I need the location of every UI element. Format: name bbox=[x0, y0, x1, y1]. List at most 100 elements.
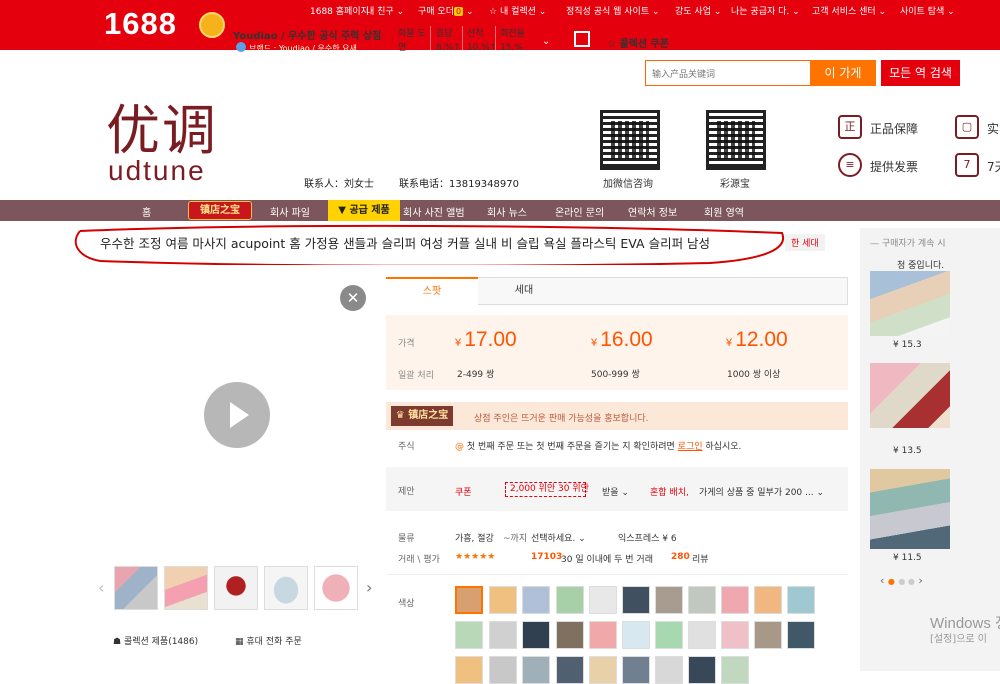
nav-company-profile[interactable]: 회사 파일 bbox=[270, 204, 310, 219]
login-link[interactable]: 로그인 bbox=[678, 442, 703, 452]
color-swatch[interactable] bbox=[455, 656, 483, 684]
color-swatch[interactable] bbox=[522, 586, 550, 614]
play-icon[interactable] bbox=[204, 382, 270, 448]
color-swatch[interactable] bbox=[754, 621, 782, 649]
chevron-left-icon[interactable]: ‹ bbox=[98, 578, 104, 597]
color-swatch[interactable] bbox=[589, 656, 617, 684]
nav-member-area[interactable]: 회원 영역 bbox=[704, 204, 744, 219]
nav-friends[interactable]: 내 친구 ⌄ bbox=[366, 4, 404, 17]
color-swatch[interactable] bbox=[556, 586, 584, 614]
stat-value: 10.%↑ bbox=[467, 43, 498, 53]
color-swatch[interactable] bbox=[721, 621, 749, 649]
nav-business[interactable]: 강도 사업 ⌄ bbox=[675, 4, 721, 17]
logistics-to: ~까지 bbox=[503, 534, 528, 544]
color-swatch[interactable] bbox=[589, 621, 617, 649]
nav-contact[interactable]: 연락처 정보 bbox=[628, 204, 677, 219]
nav-orders[interactable]: 구매 오더 0 ⌄ bbox=[418, 4, 473, 17]
nav-hot-item[interactable]: 镇店之宝 bbox=[188, 201, 252, 220]
sidebar-product-image[interactable] bbox=[870, 271, 950, 336]
nav-company-album[interactable]: 회사 사진 앨범 bbox=[403, 204, 465, 219]
price-tier-1: ¥ 17.00 bbox=[455, 328, 517, 351]
caiyuanbao-qr-code[interactable] bbox=[706, 110, 766, 170]
coupon-value[interactable]: 2,000 위안 30 위안 bbox=[505, 482, 589, 497]
thumbnail-4[interactable] bbox=[264, 566, 308, 610]
shop-name[interactable]: Youdiao / 우수한 공식 주력 상점 bbox=[233, 27, 381, 42]
service-genuine: 正品保障 bbox=[870, 122, 919, 136]
color-swatch[interactable] bbox=[721, 656, 749, 684]
search-input[interactable]: 输入产品关键词 bbox=[645, 60, 811, 86]
tab-spot[interactable]: 스팟 bbox=[386, 277, 478, 305]
favorite-product-link[interactable]: ☗ 콜렉션 제품(1486) bbox=[113, 634, 198, 647]
nav-service[interactable]: 고객 서비스 센터 ⌄ bbox=[812, 4, 886, 17]
stock-label: 주식 bbox=[398, 442, 415, 452]
sidebar-price: ¥ 15.3 bbox=[893, 340, 922, 350]
color-swatch[interactable] bbox=[688, 621, 716, 649]
nav-supplier[interactable]: 나는 공급자 다. ⌄ bbox=[731, 4, 800, 17]
nav-shop-home[interactable]: 홈 bbox=[142, 204, 151, 219]
qr-caption-wechat: 加微信咨询 bbox=[603, 179, 653, 190]
coupon-label: 쿠폰 bbox=[455, 488, 472, 498]
notice-end: 하십시오. bbox=[705, 442, 742, 452]
search-all-button[interactable]: 모든 역 검색 bbox=[881, 60, 960, 86]
divider bbox=[430, 26, 431, 50]
color-swatch[interactable] bbox=[455, 621, 483, 649]
logistics-label: 물류 bbox=[398, 534, 415, 544]
sidebar-product-image[interactable] bbox=[870, 469, 950, 549]
color-swatch[interactable] bbox=[721, 586, 749, 614]
color-swatch[interactable] bbox=[655, 586, 683, 614]
wechat-qr-code[interactable] bbox=[600, 110, 660, 170]
color-swatch[interactable] bbox=[556, 656, 584, 684]
color-swatch[interactable] bbox=[754, 586, 782, 614]
color-swatch[interactable] bbox=[622, 656, 650, 684]
nav-collection[interactable]: ☆ 내 컬렉션 ⌄ bbox=[489, 4, 546, 17]
divider bbox=[462, 26, 463, 50]
nav-supply-products[interactable]: ▼ 공급 제품 bbox=[328, 200, 400, 221]
stat-shipment: 선적 10.%↑ bbox=[467, 27, 497, 55]
review-count[interactable]: 280 bbox=[671, 552, 690, 562]
site-logo[interactable]: 1688 bbox=[104, 6, 177, 42]
color-swatch[interactable] bbox=[622, 586, 650, 614]
nav-company-news[interactable]: 회사 뉴스 bbox=[487, 204, 527, 219]
color-swatch[interactable] bbox=[655, 656, 683, 684]
thumbnail-3[interactable] bbox=[214, 566, 258, 610]
color-swatch[interactable] bbox=[522, 656, 550, 684]
thumbnail-5[interactable] bbox=[314, 566, 358, 610]
thumbnail-2[interactable] bbox=[164, 566, 208, 610]
service-seven-day: 7天 bbox=[987, 160, 1000, 174]
color-swatch[interactable] bbox=[489, 621, 517, 649]
tab-generation[interactable]: 세대 bbox=[478, 277, 570, 305]
brand-logo-en: udtune bbox=[108, 155, 206, 186]
thumbnail-1[interactable] bbox=[114, 566, 158, 610]
receive-coupon-button[interactable]: 받을 ⌄ bbox=[602, 485, 629, 498]
chevron-right-icon[interactable]: › bbox=[366, 578, 372, 597]
sidebar-pager[interactable]: ‹ ● ● ● › bbox=[880, 574, 923, 587]
color-swatch[interactable] bbox=[787, 586, 815, 614]
color-swatch[interactable] bbox=[489, 586, 517, 614]
chevron-down-icon[interactable]: ⌄ bbox=[542, 36, 550, 47]
search-shop-button[interactable]: 이 가게 bbox=[810, 60, 876, 86]
nav-sitemap[interactable]: 사이트 탐색 ⌄ bbox=[900, 4, 955, 17]
qr-code-icon[interactable] bbox=[574, 31, 590, 47]
color-swatch[interactable] bbox=[522, 621, 550, 649]
color-swatch[interactable] bbox=[655, 621, 683, 649]
color-swatch[interactable] bbox=[455, 586, 483, 614]
color-swatch[interactable] bbox=[787, 621, 815, 649]
mobile-order-link[interactable]: ▦ 휴대 전화 주문 bbox=[235, 634, 302, 647]
nav-home[interactable]: 1688 홈페이지 bbox=[310, 4, 369, 17]
nav-online-inquiry[interactable]: 온라인 문의 bbox=[555, 204, 604, 219]
brand-logo-cn: 优调 bbox=[106, 99, 218, 162]
color-swatch[interactable] bbox=[489, 656, 517, 684]
sidebar-product-image[interactable] bbox=[870, 363, 950, 428]
destination-select[interactable]: 선택하세요. ⌄ bbox=[531, 531, 586, 544]
windows-watermark-sub: [설정]으로 이 bbox=[930, 634, 987, 645]
close-icon[interactable]: ✕ bbox=[340, 285, 366, 311]
divider bbox=[495, 26, 496, 50]
color-swatch[interactable] bbox=[688, 586, 716, 614]
favorite-coupon-link[interactable]: ☆ 콜렉션 쿠폰 bbox=[607, 35, 669, 50]
color-swatch[interactable] bbox=[688, 656, 716, 684]
color-swatch[interactable] bbox=[622, 621, 650, 649]
color-swatch[interactable] bbox=[556, 621, 584, 649]
nav-integrity[interactable]: 정직성 공식 웹 사이트 ⌄ bbox=[566, 4, 660, 17]
color-swatch[interactable] bbox=[589, 586, 617, 614]
mix-batch-dropdown[interactable]: 가게의 상품 중 일부가 200 ... ⌄ bbox=[699, 485, 824, 498]
